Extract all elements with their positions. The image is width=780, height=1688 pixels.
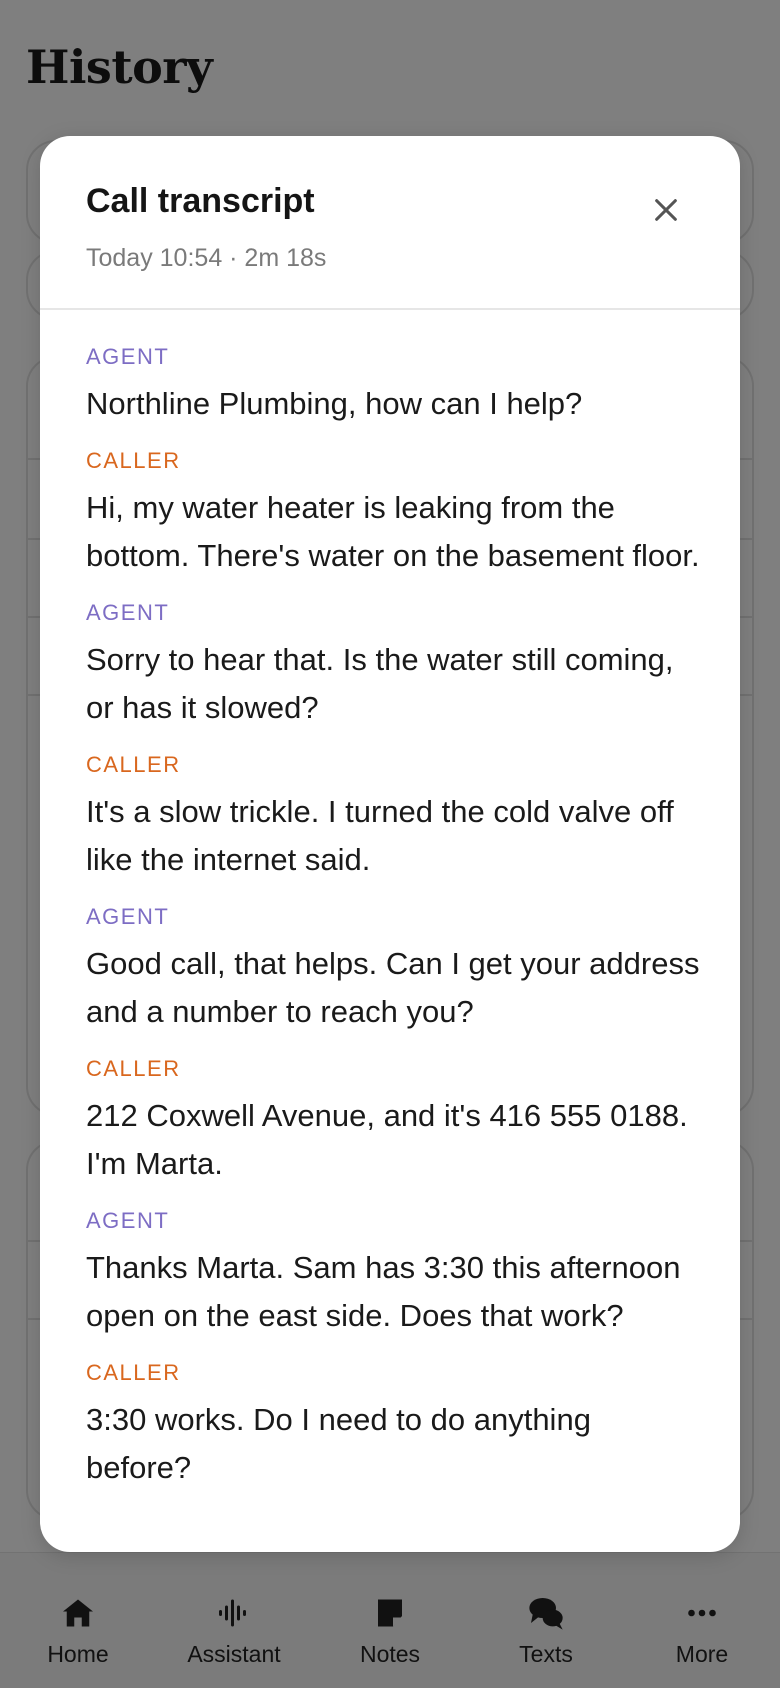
speaker-label: AGENT	[86, 600, 170, 625]
utterance-text: Thanks Marta. Sam has 3:30 this afternoo…	[86, 1250, 681, 1333]
transcript-list[interactable]: AGENT Northline Plumbing, how can I help…	[86, 346, 704, 1552]
utterance-text: Sorry to hear that. Is the water still c…	[86, 642, 674, 725]
utterance-text: It's a slow trickle. I turned the cold v…	[86, 794, 674, 877]
utterance-text: 212 Coxwell Avenue, and it's 416 555 018…	[86, 1098, 688, 1181]
transcript-modal: Call transcript Today 10:54 · 2m 18s AGE…	[40, 136, 740, 1552]
utterance-text: Northline Plumbing, how can I help?	[86, 386, 583, 421]
call-meta: Today 10:54 · 2m 18s	[86, 244, 327, 272]
speaker-label: CALLER	[86, 1056, 181, 1081]
transcript-turn: CALLER It's a slow trickle. I turned the…	[86, 754, 704, 884]
transcript-turn: AGENT Thanks Marta. Sam has 3:30 this af…	[86, 1210, 704, 1340]
transcript-turn: CALLER 3:30 works. Do I need to do anyth…	[86, 1362, 704, 1492]
transcript-turn: AGENT Northline Plumbing, how can I help…	[86, 346, 704, 428]
transcript-turn: CALLER 212 Coxwell Avenue, and it's 416 …	[86, 1058, 704, 1188]
speaker-label: CALLER	[86, 752, 181, 777]
utterance-text: 3:30 works. Do I need to do anything bef…	[86, 1402, 591, 1485]
speaker-label: AGENT	[86, 1208, 170, 1233]
transcript-turn: CALLER Hi, my water heater is leaking fr…	[86, 450, 704, 580]
speaker-label: AGENT	[86, 346, 170, 369]
utterance-text: Good call, that helps. Can I get your ad…	[86, 946, 700, 1029]
modal-header: Call transcript Today 10:54 · 2m 18s	[40, 136, 740, 310]
speaker-label: AGENT	[86, 904, 170, 929]
transcript-turn: AGENT Good call, that helps. Can I get y…	[86, 906, 704, 1036]
speaker-label: CALLER	[86, 1360, 181, 1385]
close-button[interactable]	[648, 194, 684, 230]
utterance-text: Hi, my water heater is leaking from the …	[86, 490, 700, 573]
speaker-label: CALLER	[86, 448, 181, 473]
modal-title: Call transcript	[86, 182, 315, 220]
close-icon	[652, 196, 680, 229]
transcript-turn: AGENT Sorry to hear that. Is the water s…	[86, 602, 704, 732]
